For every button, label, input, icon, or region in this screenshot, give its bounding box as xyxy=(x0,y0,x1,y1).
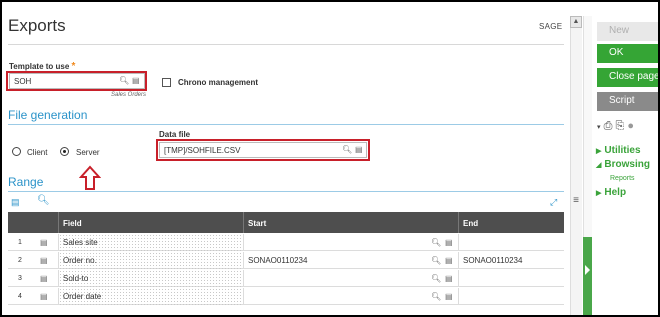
table-row[interactable]: 2 ▤ Order no. SONAO0110234 🔍︎ ▤ SONAO011… xyxy=(8,252,564,269)
selection-list-icon[interactable]: ▤ xyxy=(445,274,453,284)
search-icon[interactable]: 🔍︎ xyxy=(431,256,441,266)
search-icon[interactable]: 🔍︎ xyxy=(342,145,352,155)
search-icon[interactable]: 🔍︎ xyxy=(37,195,50,206)
title-divider xyxy=(8,44,564,45)
row-detail-icon[interactable]: ▤ xyxy=(40,292,48,302)
search-icon[interactable]: 🔍︎ xyxy=(431,274,441,284)
comment-icon[interactable]: ● xyxy=(627,120,634,132)
close-page-button[interactable]: Close page xyxy=(597,68,658,87)
tool-icons: ▾ ⎙ ⎘ ● xyxy=(597,120,634,133)
exports-window: Exports SAGE Template to use * SOH 🔍︎ ▤ … xyxy=(0,0,660,317)
datafile-input[interactable]: [TMP]/SOHFILE.CSV xyxy=(159,142,367,158)
new-button[interactable]: New xyxy=(597,22,658,41)
row-number: 2 xyxy=(18,257,22,264)
vertical-scrollbar[interactable] xyxy=(570,16,582,315)
cell-start[interactable] xyxy=(243,234,458,251)
action-panel: New OK Close page Script ▾ ⎙ ⎘ ● ▶ Utilit… xyxy=(592,2,658,315)
file-generation-title: File generation xyxy=(8,108,88,122)
utilities-label: Utilities xyxy=(604,145,641,156)
utilities-link[interactable]: ▶ Utilities xyxy=(596,145,641,156)
row-detail-icon[interactable]: ▤ xyxy=(40,256,48,266)
selection-list-icon[interactable]: ▤ xyxy=(445,292,453,302)
row-number: 4 xyxy=(18,293,22,300)
cell-end[interactable] xyxy=(458,270,564,287)
range-divider xyxy=(8,191,564,192)
row-detail-icon[interactable]: ▤ xyxy=(40,274,48,284)
cell-field: Order no. xyxy=(58,252,243,269)
table-row[interactable]: 3 ▤ Sold-to 🔍︎ ▤ xyxy=(8,270,564,287)
expand-icon[interactable]: ⤢ xyxy=(550,197,557,208)
server-radio[interactable] xyxy=(60,147,69,156)
chrono-checkbox[interactable] xyxy=(162,78,171,87)
arrow-up-icon xyxy=(79,165,101,190)
main-panel: Exports SAGE Template to use * SOH 🔍︎ ▤ … xyxy=(2,2,570,315)
browsing-link[interactable]: ◢ Browsing xyxy=(596,159,650,170)
column-end[interactable]: End xyxy=(458,212,564,233)
cell-start[interactable]: SONAO0110234 xyxy=(243,252,458,269)
expand-arrow-icon: ▶ xyxy=(596,190,602,197)
brand-label: SAGE xyxy=(539,22,563,31)
server-label: Server xyxy=(76,148,100,157)
row-number: 3 xyxy=(18,275,22,282)
selection-list-icon[interactable]: ▤ xyxy=(445,256,453,266)
cell-field: Sold-to xyxy=(58,270,243,287)
search-icon[interactable]: 🔍︎ xyxy=(431,238,441,248)
cell-field: Sales site xyxy=(58,234,243,251)
row-detail-icon[interactable]: ▤ xyxy=(40,238,48,248)
table-row[interactable]: 1 ▤ Sales site 🔍︎ ▤ xyxy=(8,234,564,251)
scroll-up-icon[interactable]: ▲ xyxy=(570,16,582,28)
printer-icon[interactable]: ⎙ xyxy=(604,120,613,132)
datafile-label: Data file xyxy=(159,130,191,139)
selection-list-icon[interactable]: ▤ xyxy=(445,238,453,248)
reports-link[interactable]: Reports xyxy=(610,175,635,182)
dropdown-icon[interactable]: ▾ xyxy=(597,124,601,131)
table-view-icon[interactable]: ▤ xyxy=(11,197,20,208)
search-icon[interactable]: 🔍︎ xyxy=(119,76,129,86)
column-start[interactable]: Start xyxy=(243,212,458,233)
script-button[interactable]: Script xyxy=(597,92,658,111)
client-label: Client xyxy=(27,148,48,157)
table-header: Field Start End xyxy=(8,212,564,233)
cell-start[interactable] xyxy=(243,288,458,305)
expand-arrow-icon: ▶ xyxy=(596,148,602,155)
page-title: Exports xyxy=(8,16,66,35)
selection-list-icon[interactable]: ▤ xyxy=(355,145,363,155)
client-radio[interactable] xyxy=(12,147,21,156)
cell-field: Order date xyxy=(58,288,243,305)
cell-end[interactable] xyxy=(458,288,564,305)
file-generation-divider xyxy=(8,124,564,125)
menu-icon[interactable]: ≡ xyxy=(571,195,581,206)
table-row[interactable]: 4 ▤ Order date 🔍︎ ▤ xyxy=(8,288,564,305)
template-description: Sales Orders xyxy=(111,92,147,98)
selection-list-icon[interactable]: ▤ xyxy=(132,76,140,86)
template-label-text: Template to use xyxy=(9,62,70,71)
help-link[interactable]: ▶ Help xyxy=(596,187,626,198)
range-title: Range xyxy=(8,175,44,189)
chrono-label: Chrono management xyxy=(178,78,259,87)
cell-end[interactable] xyxy=(458,234,564,251)
collapse-panel-handle[interactable] xyxy=(583,237,592,315)
cell-start[interactable] xyxy=(243,270,458,287)
paperclip-icon[interactable]: ⎘ xyxy=(615,120,624,132)
collapse-arrow-icon: ◢ xyxy=(596,162,602,169)
ok-button[interactable]: OK xyxy=(597,44,658,63)
search-icon[interactable]: 🔍︎ xyxy=(431,292,441,302)
column-field[interactable]: Field xyxy=(58,212,243,233)
browsing-label: Browsing xyxy=(604,159,650,170)
row-number: 1 xyxy=(18,239,22,246)
cell-end[interactable]: SONAO0110234 xyxy=(458,252,564,269)
help-label: Help xyxy=(604,187,627,198)
